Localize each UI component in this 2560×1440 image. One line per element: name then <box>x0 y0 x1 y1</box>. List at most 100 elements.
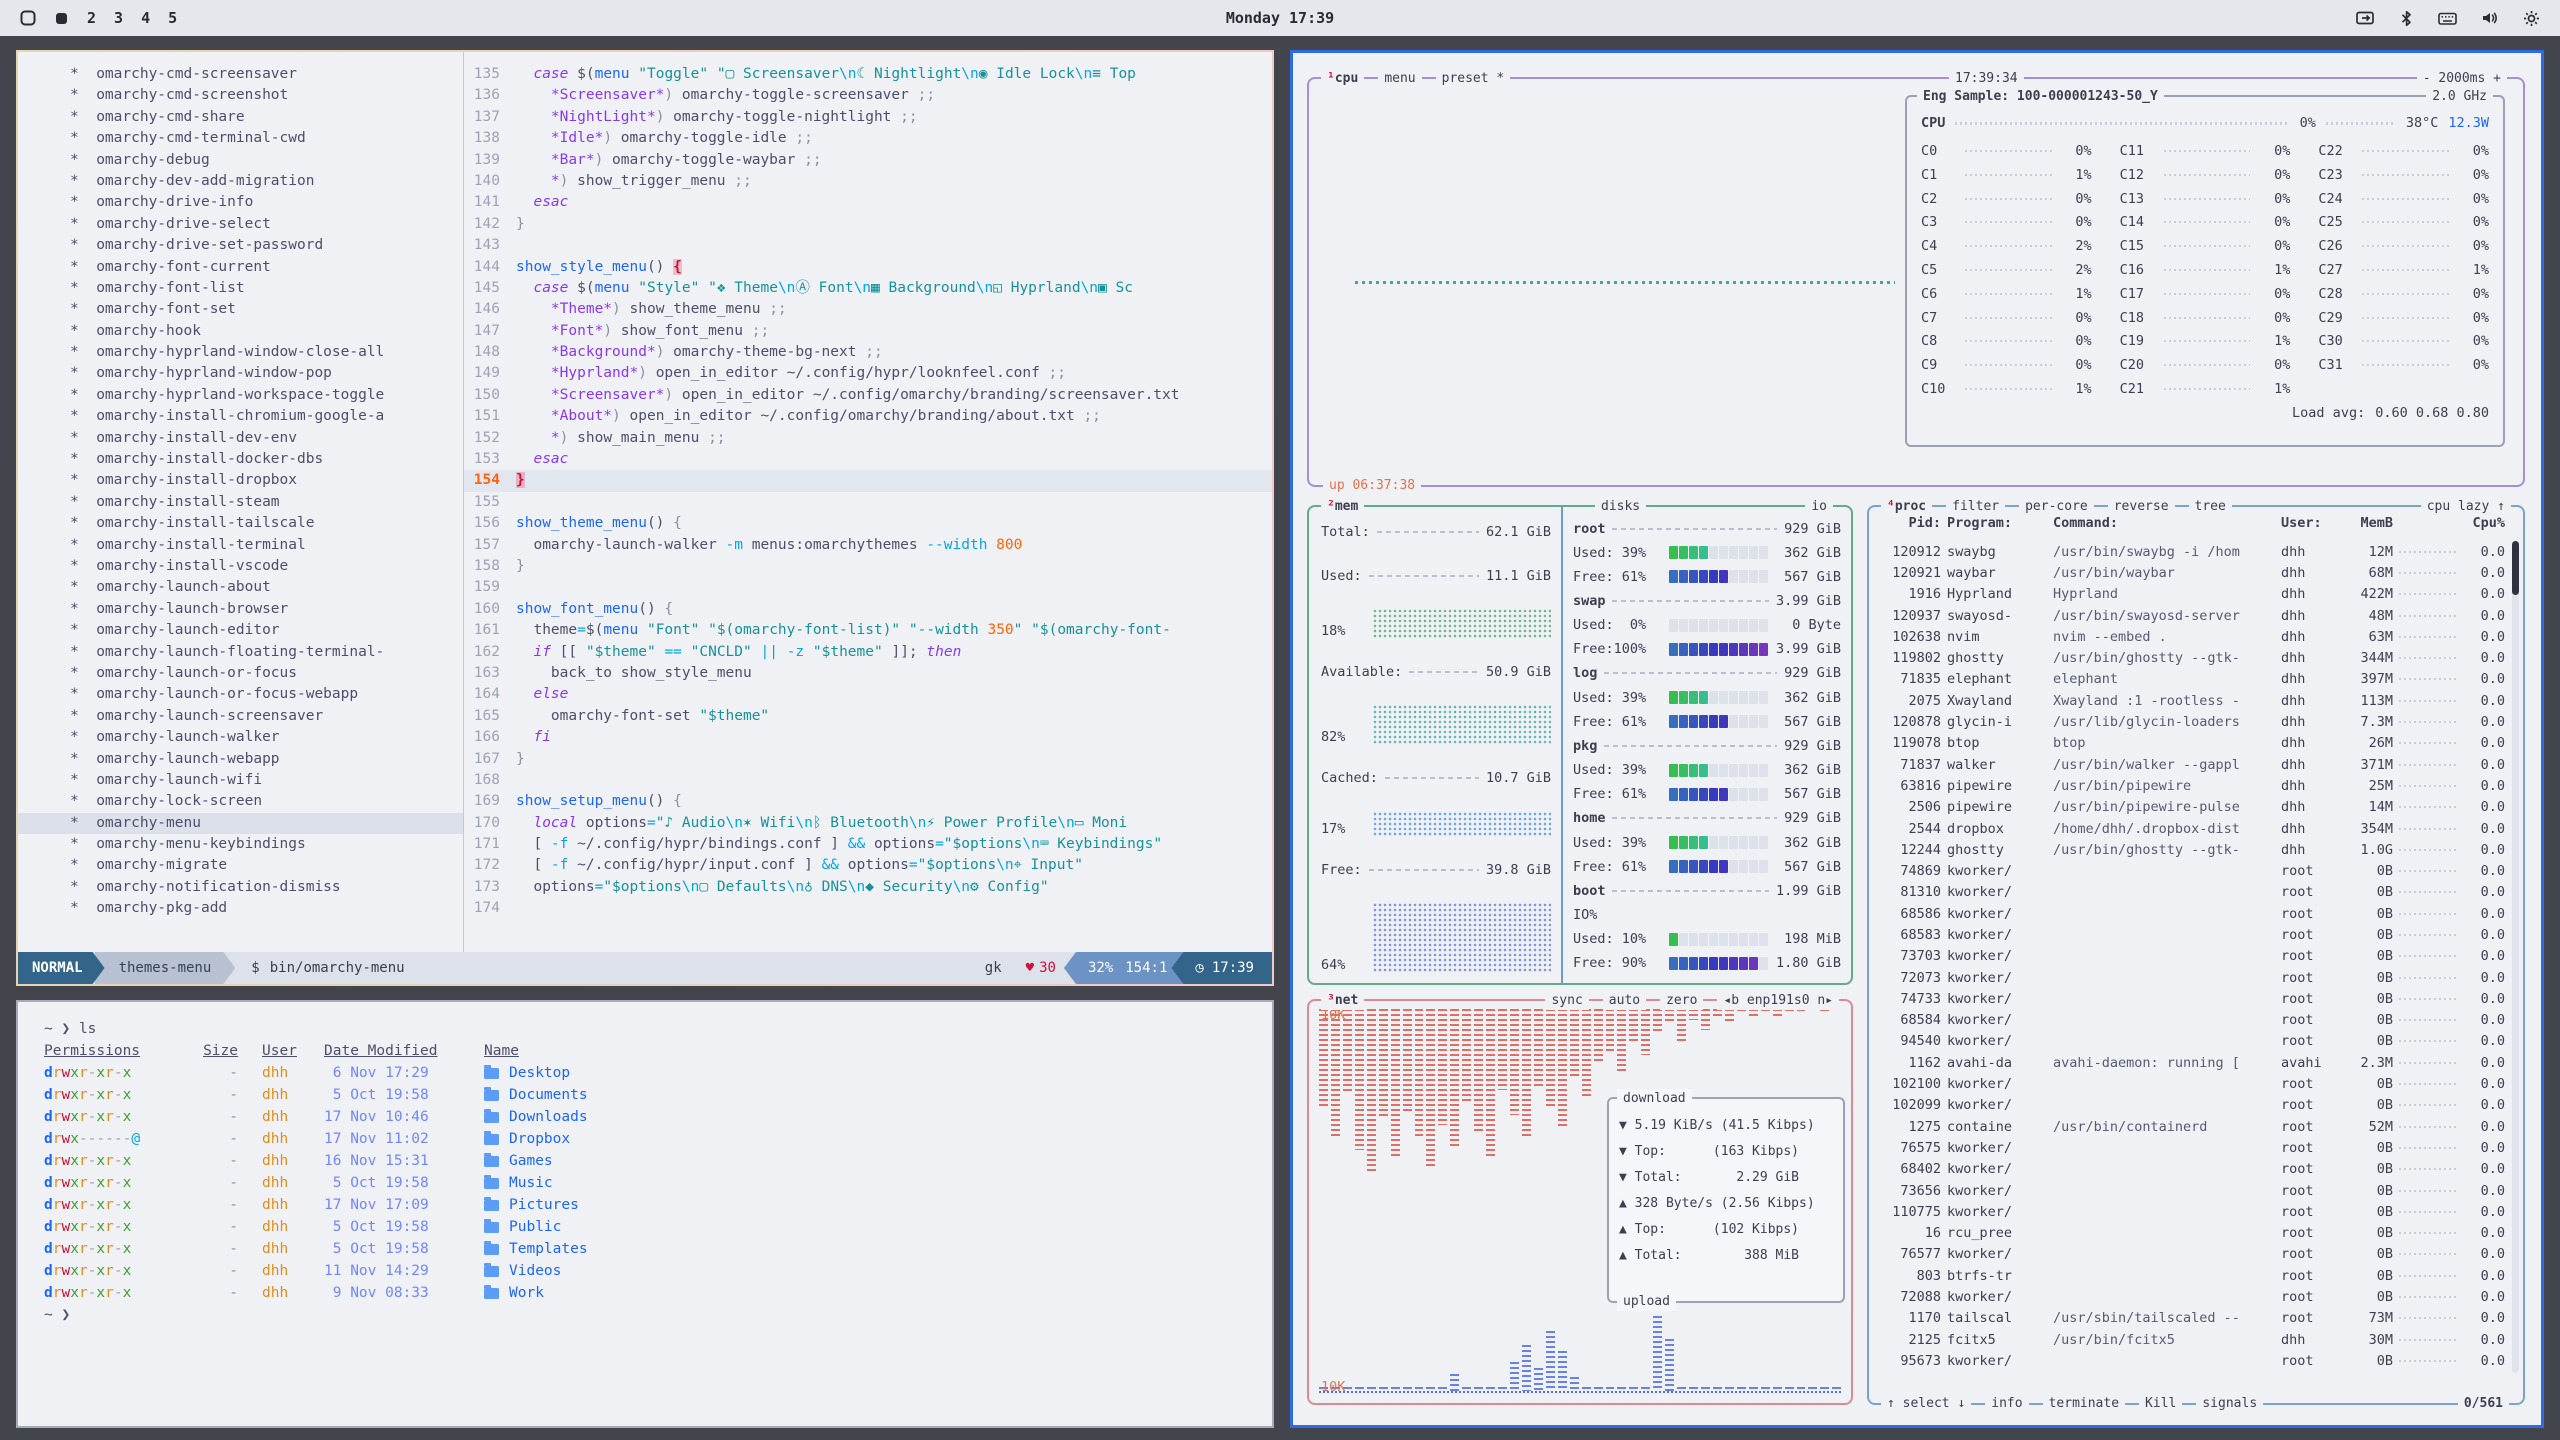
box-chip[interactable]: ↑ select ↓ <box>1881 1394 1971 1413</box>
file-item[interactable]: * omarchy-launch-or-focus <box>18 663 463 684</box>
editor-window[interactable]: * omarchy-cmd-screensaver* omarchy-cmd-s… <box>16 50 1274 986</box>
file-item[interactable]: * omarchy-install-tailscale <box>18 513 463 534</box>
process-row[interactable]: 76577kworker/root0B0.0 <box>1879 1244 2505 1265</box>
process-row[interactable]: 73656kworker/root0B0.0 <box>1879 1180 2505 1201</box>
process-row[interactable]: 94540kworker/root0B0.0 <box>1879 1031 2505 1052</box>
workspace-number[interactable]: 3 <box>114 9 123 27</box>
box-chip[interactable]: filter <box>1946 497 2005 516</box>
process-row[interactable]: 74869kworker/root0B0.0 <box>1879 860 2505 881</box>
process-row[interactable]: 1162avahi-daavahi-daemon: running [avahi… <box>1879 1052 2505 1073</box>
file-item[interactable]: * omarchy-debug <box>18 150 463 171</box>
screencast-icon[interactable] <box>2356 10 2375 27</box>
file-item[interactable]: * omarchy-launch-editor <box>18 620 463 641</box>
process-scrollbar[interactable] <box>2512 541 2519 1373</box>
file-item[interactable]: * omarchy-dev-add-migration <box>18 171 463 192</box>
process-row[interactable]: 12244ghostty/usr/bin/ghostty --gtk-dhh1.… <box>1879 839 2505 860</box>
workspace-active-icon[interactable] <box>20 10 36 26</box>
process-row[interactable]: 72088kworker/root0B0.0 <box>1879 1286 2505 1307</box>
file-item[interactable]: * omarchy-cmd-share <box>18 107 463 128</box>
workspace-number[interactable]: 5 <box>168 9 177 27</box>
file-item[interactable]: * omarchy-install-docker-dbs <box>18 449 463 470</box>
process-row[interactable]: 68586kworker/root0B0.0 <box>1879 903 2505 924</box>
process-row[interactable]: 120878glycin-i/usr/lib/glycin-loadersdhh… <box>1879 711 2505 732</box>
box-chip[interactable]: ◂b enp191s0 n▸ <box>1717 991 1839 1010</box>
terminal-window[interactable]: ~ ❯ ls PermissionsSizeUserDate ModifiedN… <box>16 1000 1274 1428</box>
bluetooth-icon[interactable] <box>2399 10 2414 27</box>
process-row[interactable]: 68583kworker/root0B0.0 <box>1879 924 2505 945</box>
workspace-number[interactable]: 2 <box>87 9 96 27</box>
process-row[interactable]: 120912swaybg/usr/bin/swaybg -i /homdhh12… <box>1879 541 2505 562</box>
box-chip[interactable]: zero <box>1660 991 1703 1010</box>
box-chip[interactable]: terminate <box>2043 1394 2125 1413</box>
box-chip[interactable]: reverse <box>2108 497 2175 516</box>
io-toggle[interactable]: io <box>1805 497 1833 516</box>
box-chip[interactable]: preset * <box>1436 69 1511 88</box>
file-item[interactable]: * omarchy-install-dev-env <box>18 428 463 449</box>
file-item[interactable]: * omarchy-hyprland-workspace-toggle <box>18 385 463 406</box>
file-item[interactable]: * omarchy-launch-about <box>18 577 463 598</box>
volume-icon[interactable] <box>2481 10 2499 26</box>
file-item[interactable]: * omarchy-install-chromium-google-a <box>18 406 463 427</box>
box-chip[interactable]: per-core <box>2019 497 2094 516</box>
box-chip[interactable]: Kill <box>2139 1394 2182 1413</box>
process-row[interactable]: 1275containe/usr/bin/containerdroot52M0.… <box>1879 1116 2505 1137</box>
keyboard-icon[interactable] <box>2438 11 2457 26</box>
process-row[interactable]: 71835elephantelephantdhh397M0.0 <box>1879 669 2505 690</box>
file-item[interactable]: * omarchy-pkg-add <box>18 898 463 919</box>
file-item[interactable]: * omarchy-launch-or-focus-webapp <box>18 684 463 705</box>
box-chip[interactable]: auto <box>1603 991 1646 1010</box>
process-row[interactable]: 71837walker/usr/bin/walker --gappldhh371… <box>1879 754 2505 775</box>
file-item[interactable]: * omarchy-install-terminal <box>18 535 463 556</box>
code-lines[interactable]: 135 case $(menu "Toggle" "▢ Screensaver\… <box>463 52 1272 952</box>
file-item[interactable]: * omarchy-menu <box>18 813 463 834</box>
file-item[interactable]: * omarchy-font-set <box>18 299 463 320</box>
process-row[interactable]: 119802ghostty/usr/bin/ghostty --gtk-dhh3… <box>1879 647 2505 668</box>
prompt-line[interactable]: ~ ❯ <box>44 1304 1272 1326</box>
process-row[interactable]: 63816pipewire/usr/bin/pipewiredhh25M0.0 <box>1879 775 2505 796</box>
process-row[interactable]: 16rcu_preeroot0B0.0 <box>1879 1223 2505 1244</box>
file-item[interactable]: * omarchy-font-current <box>18 257 463 278</box>
file-item[interactable]: * omarchy-hyprland-window-close-all <box>18 342 463 363</box>
settings-icon[interactable] <box>2523 10 2540 27</box>
process-row[interactable]: 120921waybar/usr/bin/waybardhh68M0.0 <box>1879 562 2505 583</box>
file-item[interactable]: * omarchy-cmd-screenshot <box>18 85 463 106</box>
file-item[interactable]: * omarchy-hook <box>18 321 463 342</box>
process-table-header[interactable]: Pid:Program:Command:User:MemBCpu% <box>1879 515 2505 531</box>
disks-title[interactable]: disks <box>1595 497 1646 516</box>
file-item[interactable]: * omarchy-notification-dismiss <box>18 877 463 898</box>
process-row[interactable]: 81310kworker/root0B0.0 <box>1879 882 2505 903</box>
file-list[interactable]: * omarchy-cmd-screensaver* omarchy-cmd-s… <box>18 52 463 952</box>
box-chip[interactable]: info <box>1985 1394 2028 1413</box>
file-item[interactable]: * omarchy-launch-floating-terminal- <box>18 642 463 663</box>
process-row[interactable]: 73703kworker/root0B0.0 <box>1879 946 2505 967</box>
workspace-number-list[interactable]: 2345 <box>87 9 177 27</box>
process-row[interactable]: 102638nvimnvim --embed .dhh63M0.0 <box>1879 626 2505 647</box>
file-item[interactable]: * omarchy-install-steam <box>18 492 463 513</box>
process-row[interactable]: 1170tailscal/usr/sbin/tailscaled --root7… <box>1879 1308 2505 1329</box>
process-row[interactable]: 110775kworker/root0B0.0 <box>1879 1201 2505 1222</box>
file-item[interactable]: * omarchy-install-dropbox <box>18 470 463 491</box>
topbar-clock[interactable]: Monday 17:39 <box>1226 9 1334 27</box>
file-item[interactable]: * omarchy-launch-wifi <box>18 770 463 791</box>
scrollbar-thumb[interactable] <box>2512 541 2519 595</box>
file-item[interactable]: * omarchy-drive-set-password <box>18 235 463 256</box>
box-chip[interactable]: cpu lazy ↑ <box>2421 497 2511 516</box>
file-item[interactable]: * omarchy-cmd-terminal-cwd <box>18 128 463 149</box>
process-row[interactable]: 2506pipewire/usr/bin/pipewire-pulsedhh14… <box>1879 797 2505 818</box>
box-chip[interactable]: menu <box>1378 69 1421 88</box>
process-row[interactable]: 803btrfs-trroot0B0.0 <box>1879 1265 2505 1286</box>
file-item[interactable]: * omarchy-lock-screen <box>18 791 463 812</box>
tray[interactable] <box>2356 10 2540 27</box>
btop-window[interactable]: ¹cpumenupreset * 17:39:34 - 2000ms + up … <box>1290 50 2544 1428</box>
workspace-number[interactable]: 4 <box>141 9 150 27</box>
file-item[interactable]: * omarchy-launch-webapp <box>18 749 463 770</box>
process-row[interactable]: 76575kworker/root0B0.0 <box>1879 1137 2505 1158</box>
file-item[interactable]: * omarchy-migrate <box>18 855 463 876</box>
file-item[interactable]: * omarchy-drive-info <box>18 192 463 213</box>
process-row[interactable]: 102099kworker/root0B0.0 <box>1879 1095 2505 1116</box>
box-chip[interactable]: sync <box>1545 991 1588 1010</box>
process-row[interactable]: 1916HyprlandHyprlanddhh422M0.0 <box>1879 584 2505 605</box>
workspaces[interactable]: 2345 <box>20 9 177 27</box>
file-item[interactable]: * omarchy-cmd-screensaver <box>18 64 463 85</box>
file-item[interactable]: * omarchy-drive-select <box>18 214 463 235</box>
